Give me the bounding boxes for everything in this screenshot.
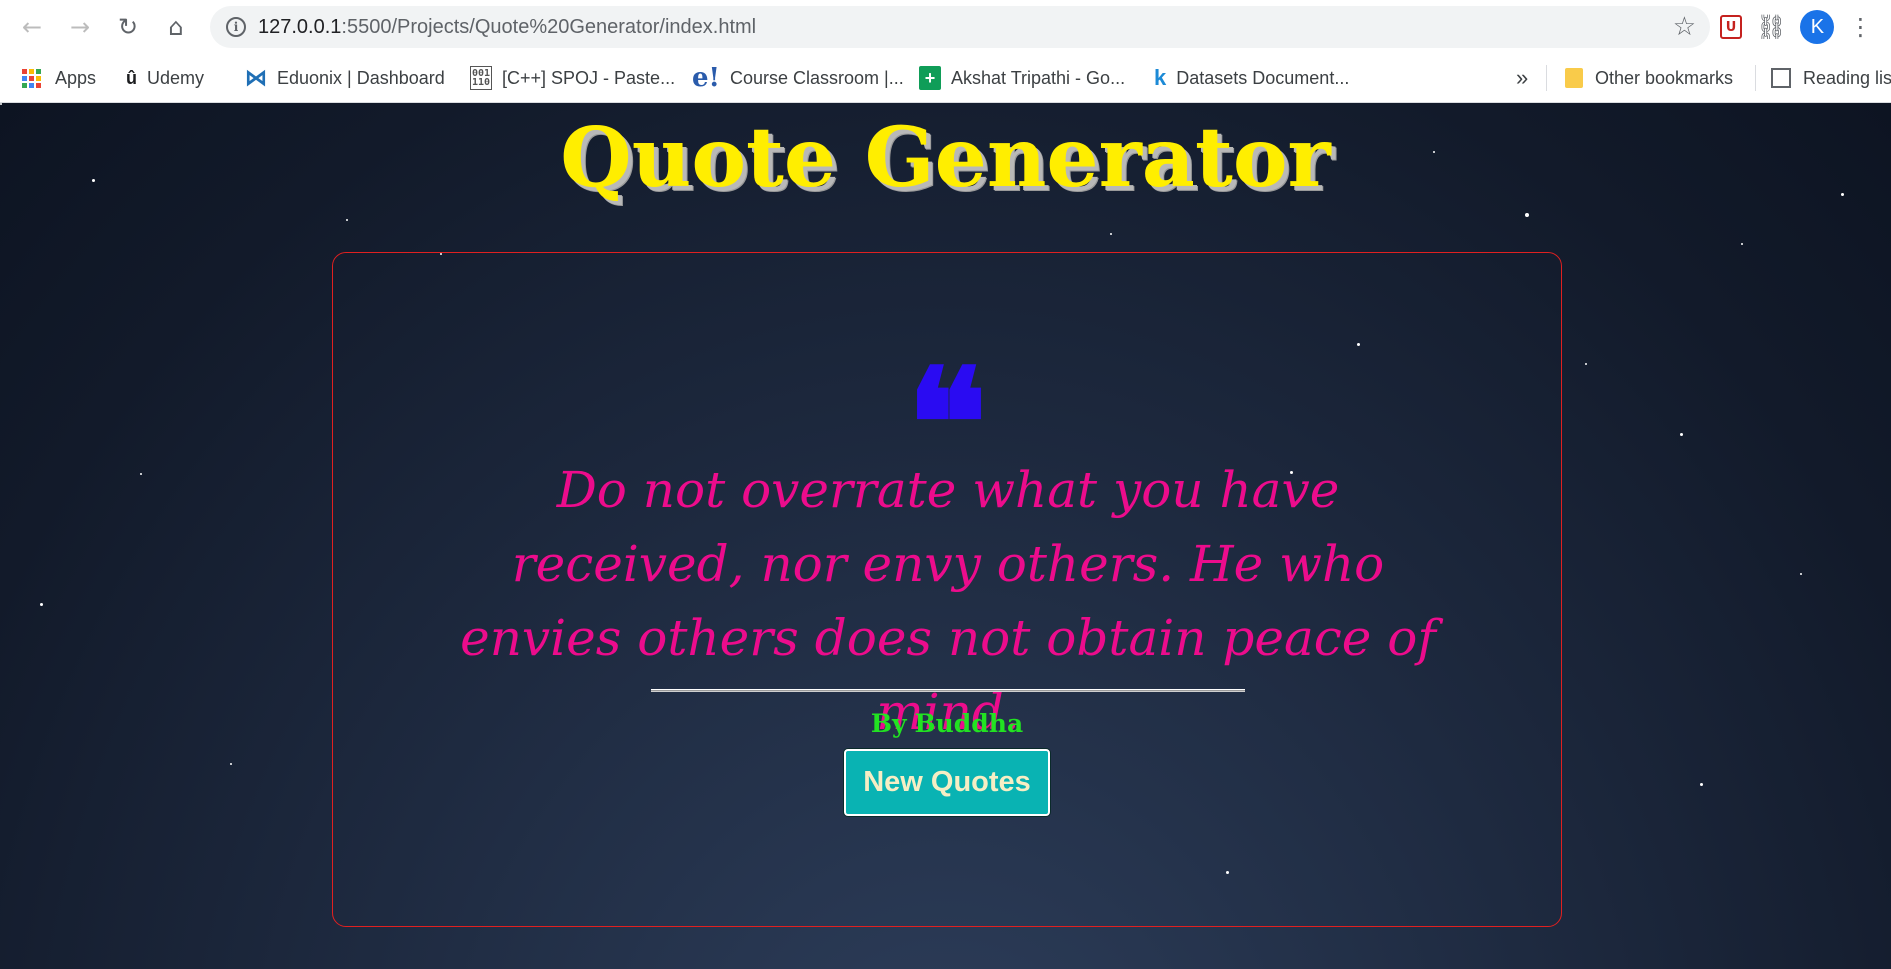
star-dot bbox=[346, 219, 348, 221]
bookmark-label: Other bookmarks bbox=[1595, 67, 1734, 88]
reload-icon[interactable]: ↻ bbox=[104, 3, 152, 51]
extensions-area: U ⛓ K ⋮ bbox=[1720, 0, 1872, 54]
author-prefix: By bbox=[870, 709, 907, 738]
folder-icon bbox=[1565, 68, 1583, 88]
spoj-icon: 001 110 bbox=[470, 66, 492, 90]
star-dot bbox=[140, 473, 142, 475]
bookmark-label: Reading lis bbox=[1803, 67, 1891, 88]
bookmarks-divider bbox=[1546, 65, 1547, 91]
bookmark-label: Eduonix | Dashboard bbox=[277, 67, 445, 88]
bookmark-datasets[interactable]: k Datasets Document... bbox=[1154, 54, 1349, 103]
bookmark-udemy[interactable]: û Udemy bbox=[126, 54, 204, 103]
star-dot bbox=[1680, 433, 1683, 436]
author-name: Buddha bbox=[914, 709, 1024, 738]
udemy-icon: û bbox=[126, 67, 137, 88]
site-info-icon[interactable]: i bbox=[226, 17, 246, 37]
quote-text: Do not overrate what you have received, … bbox=[460, 461, 1436, 741]
star-dot bbox=[1525, 213, 1529, 217]
home-icon[interactable]: ⌂ bbox=[152, 3, 200, 51]
shield-extension-icon[interactable]: U bbox=[1720, 15, 1742, 39]
bookmarks-bar: Apps û Udemy ⋈ Eduonix | Dashboard 001 11… bbox=[0, 54, 1891, 103]
apps-grid-icon bbox=[22, 68, 41, 88]
url-path: :5500/Projects/Quote%20Generator/index.h… bbox=[341, 15, 757, 38]
new-quotes-button[interactable]: New Quotes bbox=[844, 749, 1050, 816]
bookmark-spoj[interactable]: 001 110 [C++] SPOJ - Paste... bbox=[470, 54, 675, 103]
quote-card: ❝ Do not overrate what you have received… bbox=[332, 252, 1562, 927]
bookmark-label: Datasets Document... bbox=[1176, 67, 1350, 88]
star-dot bbox=[40, 603, 43, 606]
star-dot bbox=[1700, 783, 1703, 786]
bookmarks-divider bbox=[1755, 65, 1756, 91]
overflow-chevron-icon: » bbox=[1516, 65, 1529, 90]
page-title: Quote Generator bbox=[560, 110, 1331, 206]
bookmark-apps[interactable]: Apps bbox=[22, 54, 96, 103]
forward-arrow-icon[interactable]: → bbox=[56, 3, 104, 51]
star-dot bbox=[1110, 233, 1112, 235]
puzzle-extensions-icon[interactable]: ⛓ bbox=[1756, 13, 1786, 41]
e-icon: e! bbox=[692, 63, 720, 93]
page-background: Quote Generator ❝ Do not overrate what y… bbox=[0, 103, 1891, 969]
eduonix-icon: ⋈ bbox=[245, 65, 267, 90]
back-arrow-icon[interactable]: ← bbox=[8, 3, 56, 51]
bookmark-other[interactable]: Other bookmarks bbox=[1565, 54, 1733, 103]
bookmark-eduonix[interactable]: ⋈ Eduonix | Dashboard bbox=[245, 54, 445, 103]
address-bar[interactable]: i 127.0.0.1:5500/Projects/Quote%20Genera… bbox=[210, 6, 1710, 48]
bookmark-label: Akshat Tripathi - Go... bbox=[951, 67, 1126, 88]
star-dot bbox=[1585, 363, 1587, 365]
sheets-icon: + bbox=[919, 66, 941, 90]
bookmark-course-classroom[interactable]: e! Course Classroom |... bbox=[692, 54, 904, 103]
star-dot bbox=[1741, 243, 1743, 245]
bookmarks-overflow-button[interactable]: » bbox=[1516, 54, 1528, 103]
bookmark-label: Course Classroom |... bbox=[729, 67, 904, 88]
bookmark-star-icon[interactable]: ☆ bbox=[1673, 12, 1696, 42]
bookmark-label: [C++] SPOJ - Paste... bbox=[502, 67, 676, 88]
url-host: 127.0.0.1 bbox=[258, 15, 342, 38]
bookmark-label: Udemy bbox=[147, 67, 205, 88]
bookmark-reading-list[interactable]: Reading lis bbox=[1771, 54, 1891, 103]
bookmark-akshat[interactable]: + Akshat Tripathi - Go... bbox=[919, 54, 1125, 103]
star-dot bbox=[1800, 573, 1802, 575]
quote-author: By Buddha bbox=[333, 709, 1561, 738]
url-text[interactable]: 127.0.0.1:5500/Projects/Quote%20Generato… bbox=[258, 16, 756, 39]
browser-toolbar: ← → ↻ ⌂ i 127.0.0.1:5500/Projects/Quote%… bbox=[0, 0, 1891, 54]
star-dot bbox=[230, 763, 232, 765]
menu-dots-icon[interactable]: ⋮ bbox=[1848, 13, 1872, 41]
k-icon: k bbox=[1154, 65, 1167, 90]
reading-list-icon bbox=[1771, 68, 1791, 88]
divider bbox=[651, 689, 1245, 692]
avatar[interactable]: K bbox=[1800, 10, 1835, 44]
bookmark-label: Apps bbox=[55, 67, 97, 88]
quote-mark-icon: ❝ bbox=[906, 336, 988, 512]
